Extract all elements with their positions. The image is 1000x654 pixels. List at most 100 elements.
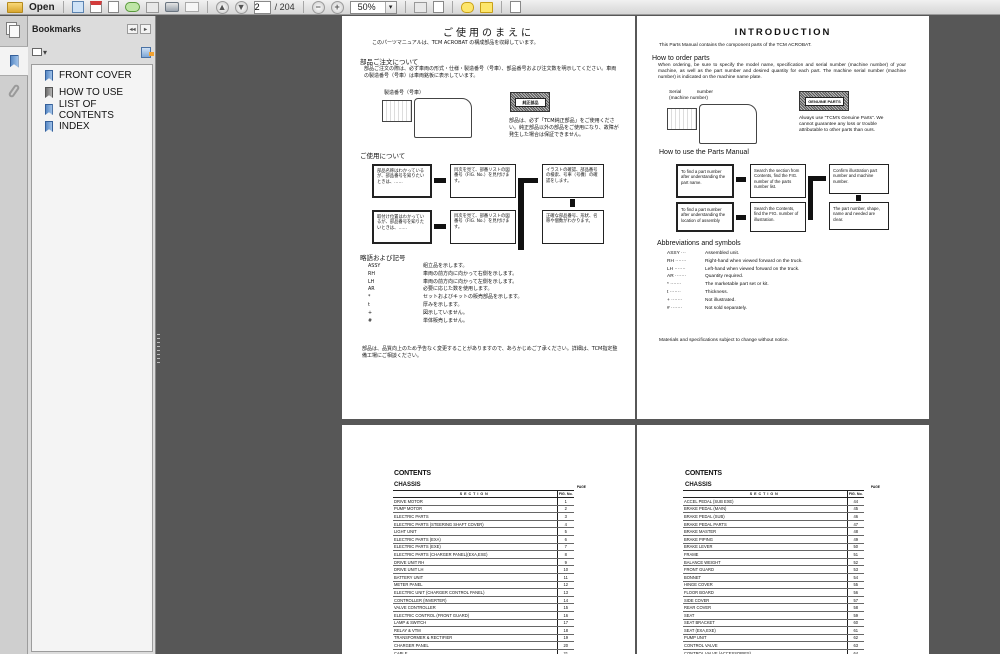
page-column-label: PAGE: [870, 485, 880, 489]
flow-connector: [808, 176, 813, 220]
table-row: BRAKE PEDAL (SUB) 46: [683, 512, 864, 521]
bookmark-options-button[interactable]: ▾: [32, 48, 47, 57]
abbr-row: t ······· Thickness.: [667, 289, 803, 297]
page-title: INTRODUCTION: [734, 27, 832, 38]
save-icon: [145, 1, 159, 13]
save-button[interactable]: [145, 1, 159, 14]
table-row: CONTROL VALVE 63: [683, 641, 864, 650]
table-row: BALANCE WEIGHT 52: [683, 558, 864, 567]
tab-attachments[interactable]: [0, 76, 28, 106]
section-cell: SIDE COVER: [683, 596, 847, 605]
usage-heading: How to use the Parts Manual: [659, 149, 749, 156]
splitter-grip[interactable]: [157, 334, 160, 366]
section-cell: DRIVE MOTOR: [393, 497, 557, 506]
collapse-panel-button[interactable]: ◂◂: [127, 24, 138, 34]
section-cell: LIGHT UNIT: [393, 527, 557, 536]
zoom-in-icon: +: [330, 0, 344, 14]
combine-files-icon: [89, 1, 102, 13]
table-row: DRIVE MOTOR 1: [393, 497, 574, 506]
section-cell: HINGE COVER: [683, 581, 847, 590]
next-page-button[interactable]: ▼: [234, 0, 248, 14]
fig-number-cell: 59: [846, 611, 864, 620]
table-row: CONTROLLER (INVERTER) 14: [393, 596, 574, 605]
previous-page-button[interactable]: ▲: [215, 0, 229, 14]
fig-number-cell: 14: [556, 596, 574, 605]
bookmark-front-cover[interactable]: FRONT COVER: [32, 67, 152, 84]
name-plate-illustration: [382, 100, 412, 122]
serial-label: Serial number (machine number): [669, 90, 713, 101]
section-cell: CONTROL VALVE: [683, 641, 847, 650]
comment-button[interactable]: [460, 1, 474, 14]
table-row: REAR COVER 58: [683, 603, 864, 612]
open-button[interactable]: Open: [3, 1, 55, 14]
email-button[interactable]: [184, 1, 199, 14]
fullscreen-button[interactable]: [509, 1, 521, 14]
abbr-key: RH ·······: [667, 258, 687, 264]
abbr-desc: The marketable part set or kit.: [705, 282, 769, 288]
section-cell: METER PANEL: [393, 581, 557, 590]
footer-note: Materials and specifications subject to …: [659, 338, 789, 343]
fig-number-cell: 56: [846, 588, 864, 597]
print-button[interactable]: [164, 1, 179, 14]
fit-page-button[interactable]: [413, 1, 427, 14]
table-header-row: SECTION FIG. No.: [683, 490, 864, 498]
table-row: BATTERY UNIT 11: [393, 573, 574, 582]
fig-header: FIG. No.: [846, 490, 864, 498]
abbr-desc: Right-hand when viewed forward on the tr…: [705, 258, 803, 264]
bookmarks-title: Bookmarks: [32, 24, 82, 34]
zoom-in-button[interactable]: +: [330, 0, 344, 14]
sign-button[interactable]: [107, 1, 119, 14]
intro-text: このパーツマニュアルは、TCM ACROBAT の構成部品を収録しています。: [372, 40, 539, 46]
fig-number-cell: 52: [846, 558, 864, 567]
chevron-down-icon[interactable]: ▾: [384, 1, 396, 13]
flow-step: Search the section from Contents, find t…: [750, 164, 806, 198]
fig-number-cell: 2: [556, 505, 574, 514]
abbr-list: ASSY ··· Assembled unit. RH ······· Right-…: [667, 250, 803, 312]
navigation-pane-tabs: [0, 16, 28, 654]
table-row: BONNET 54: [683, 573, 864, 582]
table-row: SEAT (EXA,EXE) 61: [683, 626, 864, 635]
abbr-desc: Left-hand when viewed forward on the tru…: [705, 266, 800, 272]
zoom-value-field[interactable]: 50% ▾: [349, 0, 397, 14]
zoom-select[interactable]: 50% ▾: [349, 0, 397, 14]
document-view[interactable]: ご使用のまえに このパーツマニュアルは、TCM ACROBAT の構成部品を収録…: [162, 16, 1000, 654]
create-pdf-button[interactable]: [71, 1, 84, 14]
fig-number-cell: 61: [846, 626, 864, 635]
table-row: SIDE COVER 57: [683, 596, 864, 605]
contents-subtitle: CHASSIS: [394, 482, 421, 488]
page-title: ご使用のまえに: [443, 28, 534, 39]
flow-step: To find a part number after understandin…: [676, 202, 734, 232]
bookmark-icon: [45, 87, 53, 98]
page-column-label: PAGE: [576, 485, 586, 489]
zoom-out-button[interactable]: −: [311, 0, 325, 14]
cloud-upload-button[interactable]: [124, 1, 140, 14]
page-navigation: / 204: [253, 0, 295, 14]
highlight-button[interactable]: [479, 1, 493, 14]
fig-number-cell: 49: [846, 535, 864, 544]
table-row: HINGE COVER 55: [683, 581, 864, 590]
fit-width-button[interactable]: [432, 1, 444, 14]
delete-bookmark-icon[interactable]: [141, 46, 154, 58]
fig-number-cell: 48: [846, 527, 864, 536]
bookmark-index[interactable]: INDEX: [32, 118, 152, 135]
page-number-input[interactable]: [253, 0, 271, 14]
expand-panel-button[interactable]: ▸: [140, 24, 151, 34]
table-row: SEAT 59: [683, 611, 864, 620]
fig-number-cell: 7: [556, 543, 574, 552]
tab-bookmarks[interactable]: [0, 46, 28, 76]
tab-page-thumbnails[interactable]: [0, 16, 28, 46]
flow-arrow: [518, 178, 538, 183]
table-row: CHARGER PANEL 20: [393, 641, 574, 650]
page-total: / 204: [274, 2, 295, 12]
flow-connector: [518, 178, 524, 250]
fig-number-cell: 5: [556, 527, 574, 536]
bookmark-list-of-contents[interactable]: LIST OF CONTENTS: [32, 99, 152, 121]
document-page-contents-2: CONTENTS CHASSIS PAGE SECTION FIG. No. A…: [637, 425, 929, 654]
sign-icon: [107, 1, 119, 13]
zoom-value: 50%: [357, 2, 376, 12]
bookmarks-panel: Bookmarks ◂◂ ▸ ▾ FRONT COVER HOW TO USE …: [28, 16, 156, 654]
create-pdf-icon: [71, 1, 84, 13]
combine-files-button[interactable]: [89, 1, 102, 14]
abbr-row: # 単体販売しません。: [368, 318, 523, 326]
abbr-row: RH 車両の前方向に向かって右側を示します。: [368, 271, 523, 279]
